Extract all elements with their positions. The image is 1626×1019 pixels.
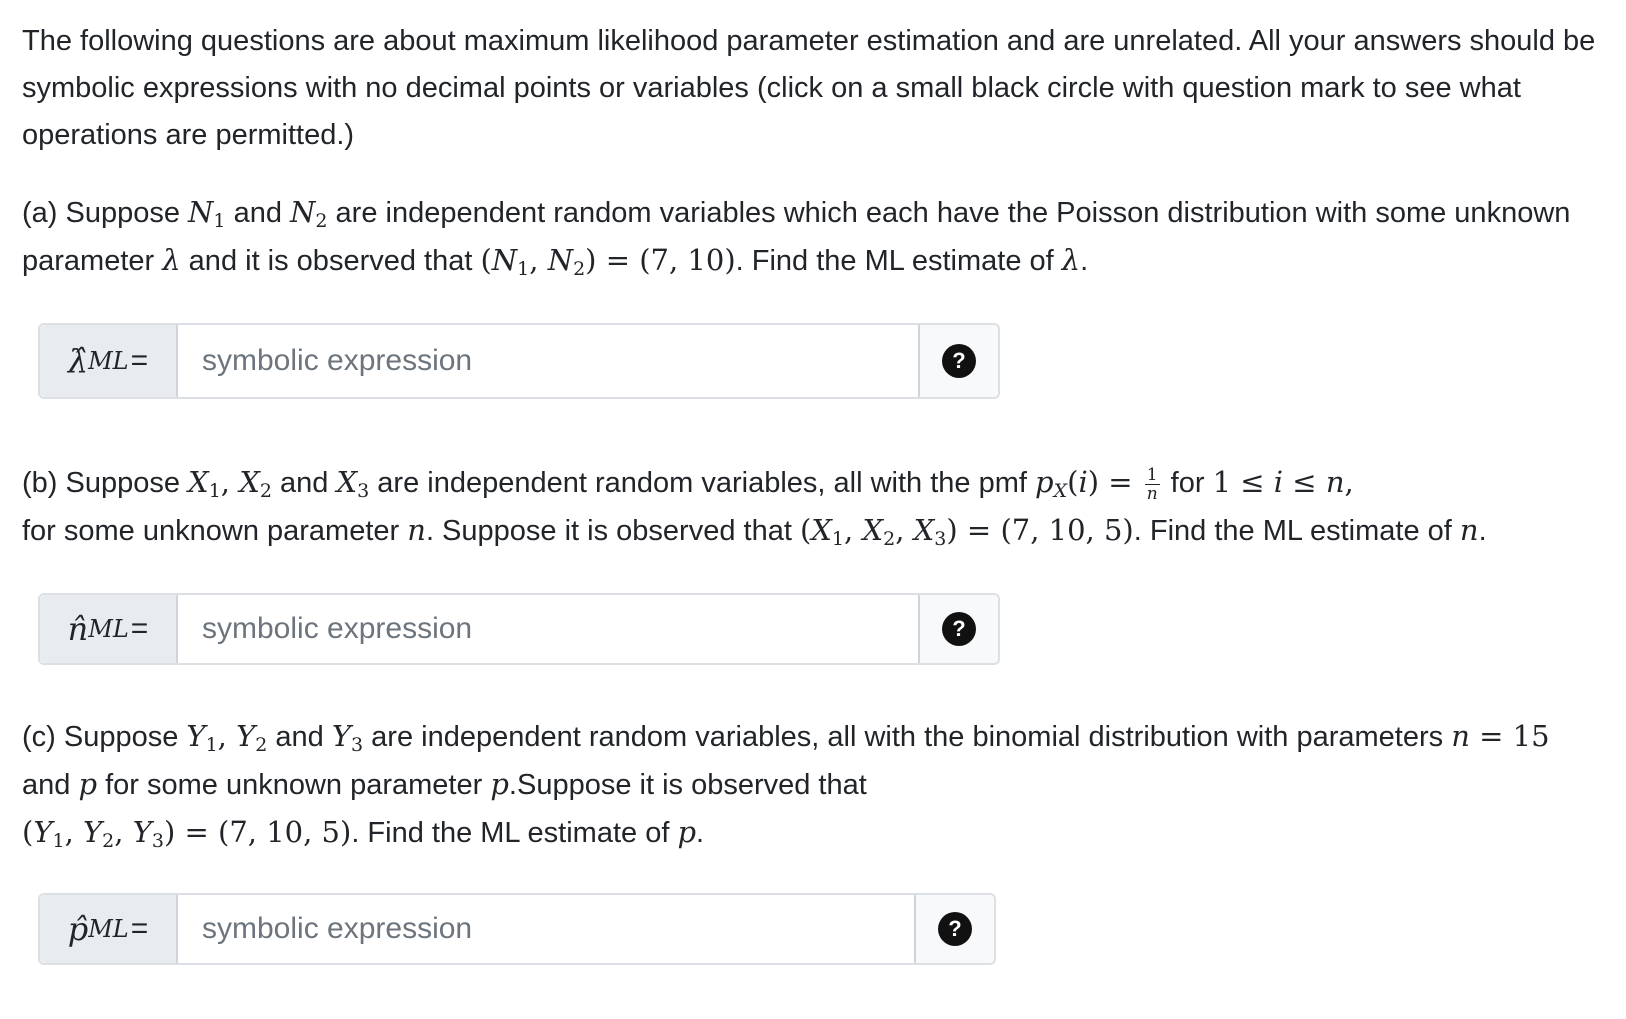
question-c: (c) Suppose Y1, Y2 and Y3 are independen… — [22, 719, 1550, 852]
question-b-text-7: . Find the ML estimate of — [1133, 515, 1460, 547]
problem-page: The following questions are about maximu… — [0, 0, 1626, 965]
answer-c-label: p̂ ML = — [40, 895, 178, 963]
answer-a-label: λ̂ ML = — [40, 325, 178, 397]
answer-b-label: n̂ ML = — [40, 595, 178, 663]
question-b-text-5: for some unknown parameter — [22, 515, 408, 547]
answer-c-help-button[interactable]: ? — [914, 895, 994, 963]
question-b-text-6: . Suppose it is observed that — [425, 515, 800, 547]
question-a: (a) Suppose N1 and N2 are independent ra… — [22, 195, 1571, 280]
answer-c-group: p̂ML= ? — [38, 893, 996, 965]
question-c-text-4: and — [22, 769, 79, 801]
answer-a-group: λ̂ML= ? — [38, 323, 1000, 399]
answer-c-input[interactable] — [178, 895, 914, 963]
answer-b-input[interactable] — [178, 595, 918, 663]
question-b-text-3: are independent random variables, all wi… — [369, 467, 1036, 499]
question-b-text-1: (b) Suppose — [22, 467, 189, 499]
question-a-text-1: (a) Suppose — [22, 197, 189, 229]
question-mark-icon[interactable]: ? — [938, 912, 972, 946]
answer-a-input[interactable] — [178, 325, 918, 397]
question-b: (b) Suppose X1, X2 and X3 are independen… — [22, 464, 1487, 550]
question-a-text-6: . — [1080, 245, 1089, 277]
question-a-text-5: . Find the ML estimate of — [735, 245, 1062, 277]
question-c-text-2: and — [267, 721, 332, 753]
question-mark-icon[interactable]: ? — [942, 612, 976, 646]
intro-text: The following questions are about maximu… — [22, 25, 1596, 151]
question-b-text-4: for — [1162, 467, 1213, 499]
answer-b-group: n̂ML= ? — [38, 593, 1000, 665]
fraction-one-over-n: 1n — [1144, 464, 1160, 504]
question-c-text-5: for some unknown parameter — [97, 769, 491, 801]
question-c-text-7: . Find the ML estimate of — [351, 817, 678, 849]
question-mark-icon[interactable]: ? — [942, 344, 976, 378]
answer-b-help-button[interactable]: ? — [918, 595, 998, 663]
question-b-text-2: and — [271, 467, 337, 499]
question-c-text-3: are independent random variables, all wi… — [363, 721, 1452, 753]
question-c-text-1: (c) Suppose — [22, 721, 187, 753]
question-a-text-2: and — [225, 197, 291, 229]
question-b-text-8: . — [1478, 515, 1487, 547]
answer-a-help-button[interactable]: ? — [918, 325, 998, 397]
question-a-text-4: and it is observed that — [180, 245, 481, 277]
question-c-text-8: . — [696, 817, 705, 849]
question-c-text-6: .Suppose it is observed that — [508, 769, 867, 801]
